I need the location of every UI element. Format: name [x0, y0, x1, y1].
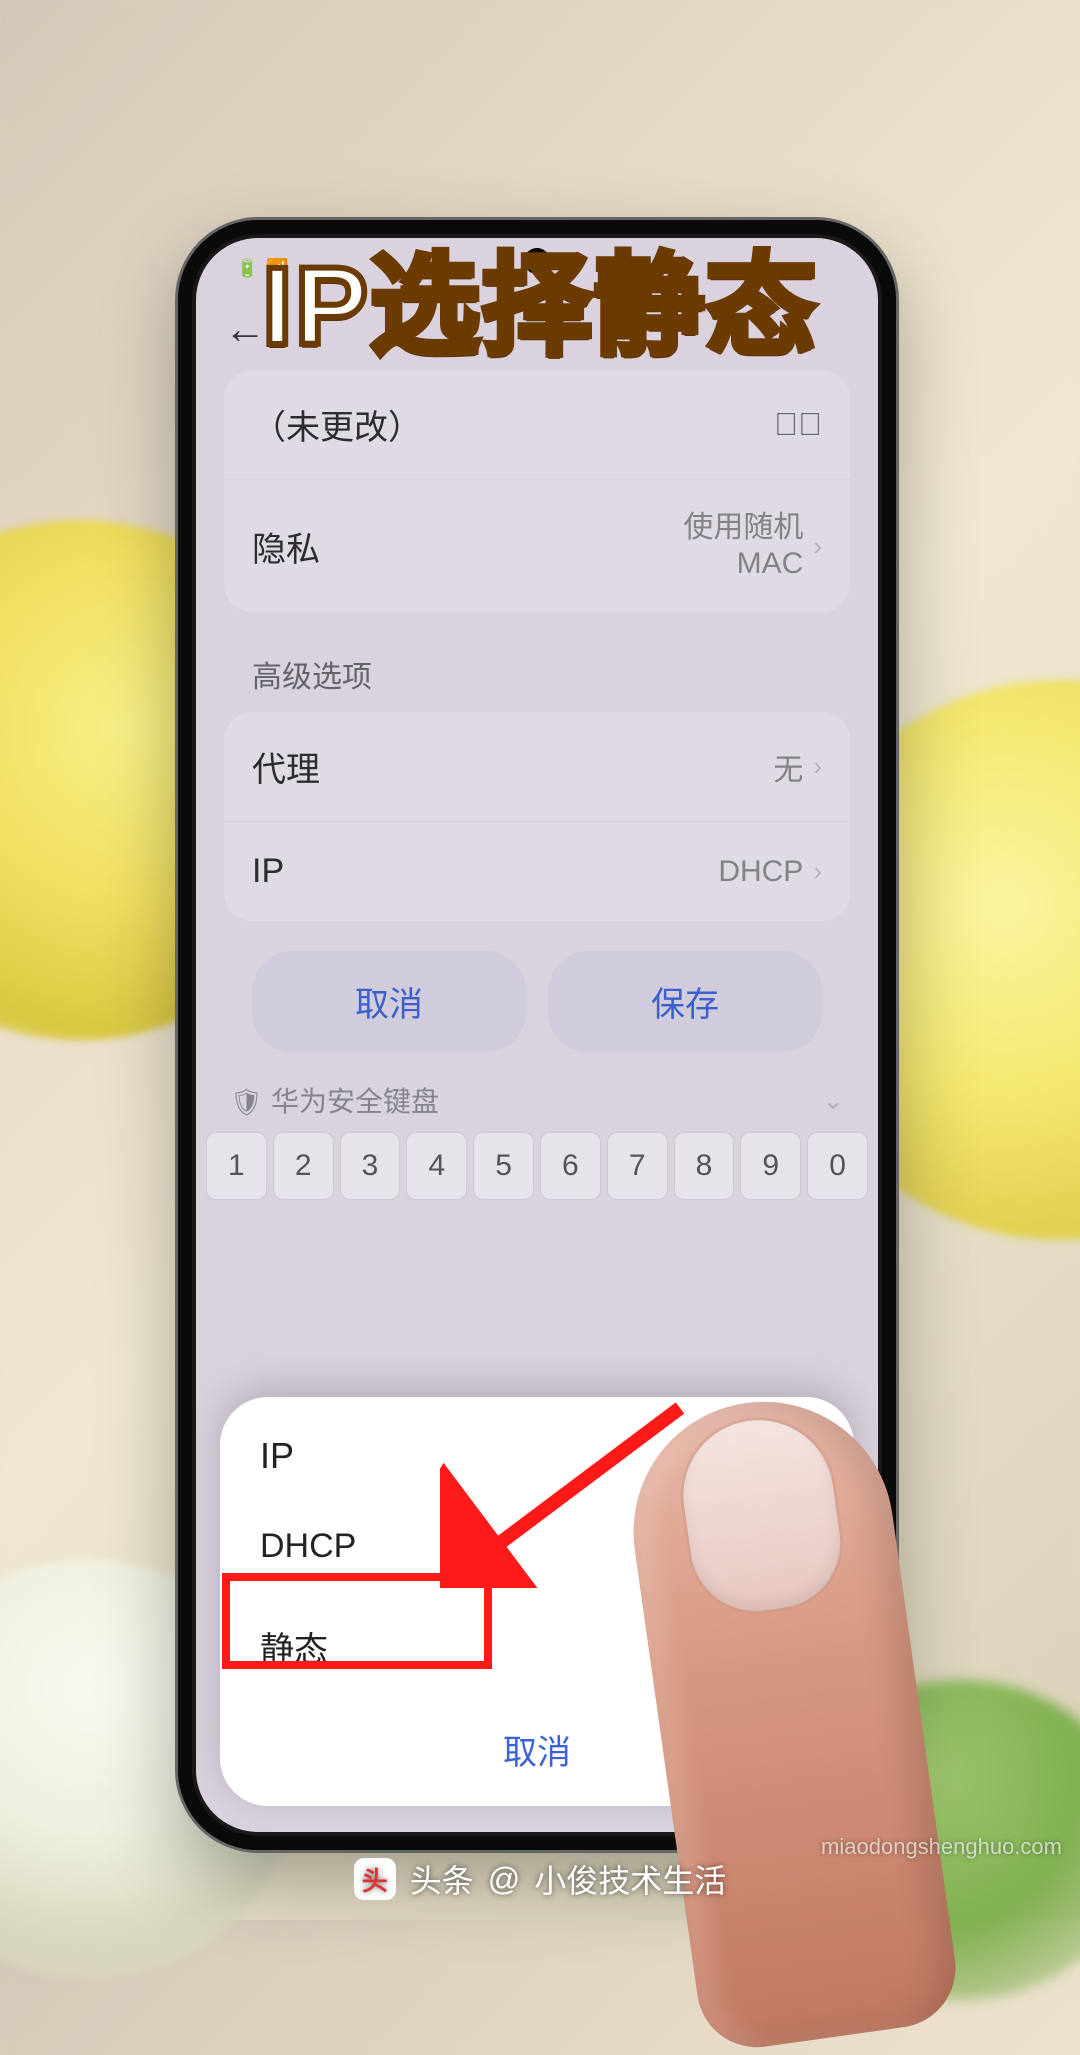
chevron-down-icon[interactable]: ⌄ — [822, 1085, 844, 1116]
ip-row[interactable]: IP DHCP › — [224, 821, 850, 921]
proxy-value: 无 — [773, 745, 803, 789]
finger — [617, 1385, 964, 2055]
footer-credit: 头 头条 @ 小俊技术生活 — [0, 1856, 1080, 1902]
footer-prefix: 头条 — [410, 1856, 474, 1902]
chevron-right-icon: › — [813, 856, 822, 887]
keyboard-label: 华为安全键盘 — [271, 1086, 439, 1117]
page-header: ← — [196, 298, 878, 370]
proxy-label: 代理 — [252, 742, 320, 791]
toutiao-logo-icon: 头 — [354, 1858, 396, 1900]
key-0[interactable]: 0 — [807, 1132, 868, 1200]
chevron-right-icon: › — [813, 751, 822, 782]
wifi-icon: 📶 — [266, 258, 288, 279]
shield-icon: 🛡 — [230, 1087, 263, 1117]
privacy-value-1: 使用随机 — [683, 511, 803, 544]
proxy-row[interactable]: 代理 无 › — [224, 712, 850, 821]
ip-value: DHCP — [718, 855, 803, 889]
cancel-button[interactable]: 取消 — [252, 951, 526, 1052]
privacy-row[interactable]: 隐私 使用随机 MAC › — [224, 479, 850, 612]
advanced-label: 高级选项 — [224, 636, 850, 712]
key-6[interactable]: 6 — [540, 1132, 601, 1200]
key-1[interactable]: 1 — [206, 1132, 267, 1200]
password-row[interactable]: （未更改） 👁⃠ — [224, 370, 850, 479]
eye-off-icon[interactable]: 👁⃠ — [774, 406, 822, 443]
option-label: 静态 — [260, 1622, 328, 1671]
privacy-label: 隐私 — [252, 522, 320, 571]
key-7[interactable]: 7 — [607, 1132, 668, 1200]
key-2[interactable]: 2 — [273, 1132, 334, 1200]
battery-icon: 🔋 — [236, 258, 258, 279]
front-camera — [524, 248, 550, 274]
key-5[interactable]: 5 — [473, 1132, 534, 1200]
watermark: miaodongshenghuo.com — [821, 1834, 1062, 1860]
footer-author: 小俊技术生活 — [534, 1856, 726, 1902]
back-icon[interactable]: ← — [224, 308, 266, 350]
key-9[interactable]: 9 — [740, 1132, 801, 1200]
save-button[interactable]: 保存 — [548, 951, 822, 1052]
password-value: （未更改） — [252, 400, 422, 449]
keyboard-number-row: 1234567890 — [196, 1132, 878, 1200]
privacy-value-2: MAC — [737, 547, 804, 580]
footer-at: @ — [488, 1861, 520, 1898]
key-4[interactable]: 4 — [406, 1132, 467, 1200]
key-8[interactable]: 8 — [674, 1132, 735, 1200]
option-label: DHCP — [260, 1527, 356, 1566]
fingernail — [674, 1411, 849, 1620]
key-3[interactable]: 3 — [340, 1132, 401, 1200]
chevron-right-icon: › — [813, 531, 822, 562]
ip-label: IP — [252, 852, 284, 891]
